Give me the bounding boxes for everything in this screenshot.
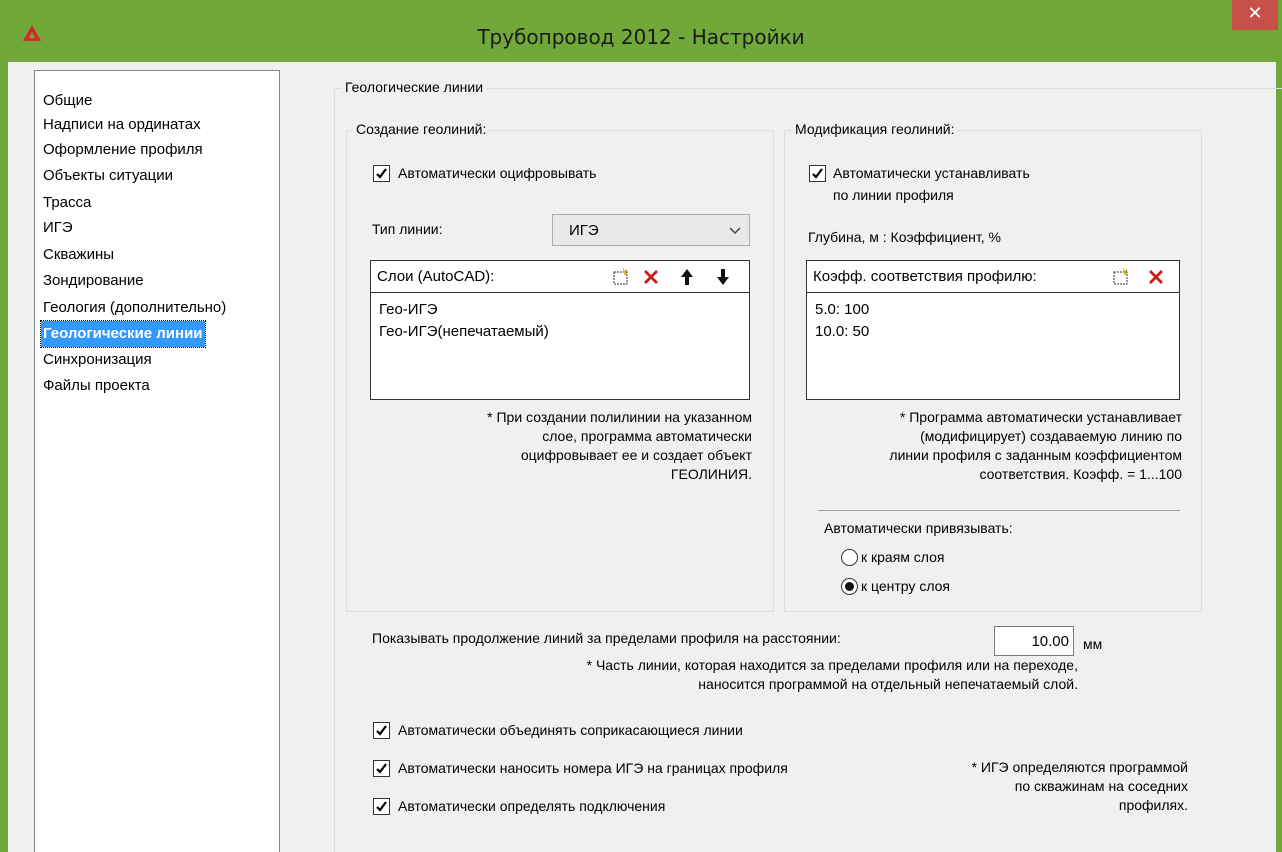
geological-lines-group-title: Геологические линии <box>342 79 487 95</box>
radio-selected-dot <box>845 582 854 591</box>
ige-numbers-checkbox[interactable] <box>373 760 390 777</box>
nav-item-project-files[interactable]: Файлы проекта <box>41 373 152 399</box>
ige-numbers-label: Автоматически наносить номера ИГЭ на гра… <box>398 760 788 776</box>
title-bar[interactable]: Трубопровод 2012 - Настройки ✕ <box>0 0 1282 62</box>
checkmark-icon <box>376 725 387 736</box>
modify-note: * Программа автоматически устанавливает … <box>798 408 1182 484</box>
line-type-label: Тип линии: <box>372 221 443 237</box>
snap-center-label: к центру слоя <box>861 578 951 594</box>
settings-window: Трубопровод 2012 - Настройки ✕ Общие Над… <box>0 0 1282 852</box>
modify-note-line: линии профиля с заданным коэффициентом <box>889 447 1182 463</box>
line-type-value: ИГЭ <box>569 222 599 239</box>
extension-unit: мм <box>1083 636 1103 652</box>
chevron-down-icon <box>729 227 741 235</box>
modify-geolines-title: Модификация геолиний: <box>792 121 958 137</box>
checkmark-icon <box>376 168 387 179</box>
create-note-line: слое, программа автоматически <box>542 428 752 444</box>
layer-item[interactable]: Гео-ИГЭ <box>379 301 437 318</box>
delete-icon[interactable] <box>1148 269 1164 285</box>
nav-item-general[interactable]: Общие <box>41 88 94 114</box>
snap-label: Автоматически привязывать: <box>824 520 1013 536</box>
merge-lines-label: Автоматически объединять соприкасающиеся… <box>398 722 743 738</box>
create-note-line: ГЕОЛИНИЯ. <box>670 466 752 482</box>
create-geolines-title: Создание геолиний: <box>353 121 490 137</box>
arrow-up-icon[interactable] <box>680 268 694 286</box>
ige-note-line: * ИГЭ определяются программой <box>971 759 1188 775</box>
window-title: Трубопровод 2012 - Настройки <box>477 25 805 49</box>
extension-note-line: * Часть линии, которая находится за пред… <box>586 657 1078 673</box>
snap-edges-label: к краям слоя <box>861 549 945 565</box>
modify-note-line: * Программа автоматически устанавливает <box>899 409 1182 425</box>
new-coefficient-icon[interactable] <box>1111 267 1131 287</box>
close-button[interactable]: ✕ <box>1232 0 1278 30</box>
nav-item-boreholes[interactable]: Скважины <box>41 242 116 268</box>
auto-digitize-label: Автоматически оцифровывать <box>398 165 597 181</box>
nav-item-ige[interactable]: ИГЭ <box>41 215 75 241</box>
coefficients-list-header: Коэфф. соответствия профилю: <box>807 261 1179 293</box>
create-note: * При создании полилинии на указанном сл… <box>368 408 752 484</box>
snap-center-radio[interactable] <box>841 578 858 595</box>
separator <box>818 510 1180 511</box>
merge-lines-checkbox[interactable] <box>373 722 390 739</box>
dialog-body: Общие Надписи на ординатах Оформление пр… <box>8 62 1282 852</box>
ige-note-line: по скважинам на соседних <box>1014 778 1188 794</box>
nav-item-ordinate-labels[interactable]: Надписи на ординатах <box>41 112 203 138</box>
layers-list-header: Слои (AutoCAD): <box>371 261 749 293</box>
modify-note-line: (модифицирует) создаваемую линию по <box>920 428 1182 444</box>
new-layer-icon[interactable] <box>611 267 631 287</box>
checkmark-icon <box>376 763 387 774</box>
snap-edges-radio[interactable] <box>841 549 858 566</box>
settings-category-list[interactable]: Общие Надписи на ординатах Оформление пр… <box>34 70 280 852</box>
coefficients-list[interactable]: Коэфф. соответствия профилю: 5.0: 100 10… <box>806 260 1180 400</box>
coefficient-item[interactable]: 10.0: 50 <box>815 323 869 340</box>
create-note-line: * При создании полилинии на указанном <box>487 409 752 425</box>
extension-note-line: наносится программой на отдельный непеча… <box>698 676 1078 692</box>
create-note-line: оцифровывает ее и создает объект <box>520 447 752 463</box>
auto-digitize-checkbox[interactable] <box>373 165 390 182</box>
auto-set-label-line-2: по линии профиля <box>833 187 954 203</box>
coef-header-label: Коэфф. соответствия профилю: <box>813 268 1037 285</box>
nav-item-sounding[interactable]: Зондирование <box>41 268 146 294</box>
auto-set-label: Автоматически устанавливать <box>833 165 1030 181</box>
nav-item-situation-objects[interactable]: Объекты ситуации <box>41 163 175 189</box>
extension-distance-label: Показывать продолжение линий за пределам… <box>372 630 841 646</box>
delete-icon[interactable] <box>643 269 659 285</box>
nav-item-route[interactable]: Трасса <box>41 190 93 216</box>
layers-list[interactable]: Слои (AutoCAD): Гео-ИГЭ Гео-ИГЭ(непечата… <box>370 260 750 400</box>
extension-distance-input[interactable] <box>994 626 1074 656</box>
depth-coef-label: Глубина, м : Коэффициент, % <box>808 229 1001 245</box>
checkmark-icon <box>376 801 387 812</box>
coefficient-item[interactable]: 5.0: 100 <box>815 301 869 318</box>
checkmark-icon <box>812 168 823 179</box>
ige-note-line: профилях. <box>1118 797 1188 813</box>
auto-set-checkbox[interactable] <box>809 165 826 182</box>
layers-header-label: Слои (AutoCAD): <box>377 268 495 285</box>
line-type-select[interactable]: ИГЭ <box>552 214 750 246</box>
arrow-down-icon[interactable] <box>716 268 730 286</box>
connections-label: Автоматически определять подключения <box>398 798 666 814</box>
nav-item-profile-layout[interactable]: Оформление профиля <box>41 137 205 163</box>
nav-item-geological-lines[interactable]: Геологические линии <box>40 320 206 348</box>
nav-item-geology-extra[interactable]: Геология (дополнительно) <box>41 295 228 321</box>
layer-item[interactable]: Гео-ИГЭ(непечатаемый) <box>379 323 549 340</box>
connections-checkbox[interactable] <box>373 798 390 815</box>
extension-note: * Часть линии, которая находится за пред… <box>428 656 1078 694</box>
nav-item-synchronization[interactable]: Синхронизация <box>41 347 154 373</box>
modify-note-line: соответствия. Коэфф. = 1...100 <box>979 466 1182 482</box>
ige-note: * ИГЭ определяются программой по скважин… <box>908 758 1188 815</box>
